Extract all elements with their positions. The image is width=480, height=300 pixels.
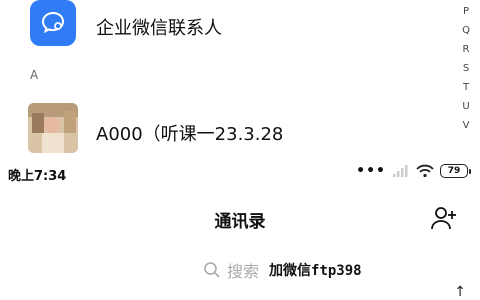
add-contact-button[interactable]	[430, 204, 458, 232]
index-letter[interactable]: V	[463, 116, 470, 135]
index-letter[interactable]: T	[463, 78, 469, 97]
search-placeholder: 搜索	[227, 262, 260, 281]
cellular-signal-icon	[393, 165, 408, 177]
status-indicators: ••• 79	[356, 163, 471, 179]
battery-level: 79	[447, 166, 461, 176]
wifi-icon	[416, 164, 434, 178]
status-time: 晚上7:34	[8, 169, 67, 184]
wecom-contacts-icon	[30, 0, 76, 46]
signal-dots-icon: •••	[356, 163, 386, 179]
chat-bubble-icon	[41, 11, 65, 34]
index-letter[interactable]: P	[463, 2, 469, 21]
arrow-up-icon: ↑	[454, 284, 466, 300]
index-letter[interactable]: R	[463, 40, 470, 59]
page-title: 通讯录	[214, 212, 266, 232]
search-bar[interactable]: 搜索 加微信ftp398	[203, 258, 362, 282]
index-letter[interactable]: S	[463, 59, 469, 78]
contact-name[interactable]: A000（听课一23.3.28	[96, 120, 283, 146]
add-friend-icon	[431, 207, 456, 230]
wecom-contacts-label[interactable]: 企业微信联系人	[96, 14, 222, 40]
index-letter[interactable]: Q	[462, 21, 470, 40]
index-letter[interactable]: U	[462, 97, 469, 116]
section-header-a: A	[30, 68, 39, 82]
alphabet-index[interactable]: P Q R S T U V	[460, 2, 472, 135]
overlay-text: 加微信ftp398	[269, 263, 362, 279]
search-icon	[204, 262, 220, 278]
avatar	[28, 103, 78, 153]
battery-icon: 79	[440, 164, 471, 178]
